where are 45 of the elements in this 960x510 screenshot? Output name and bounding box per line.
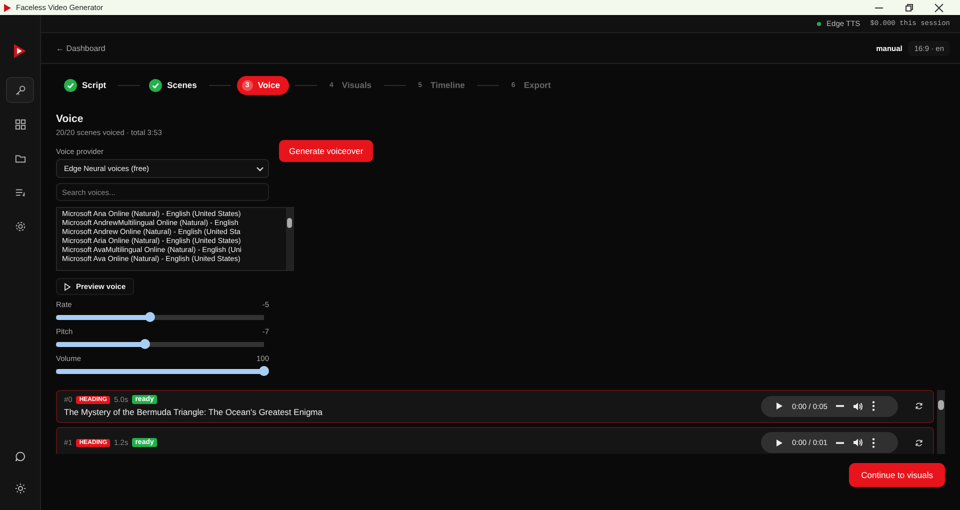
volume-icon[interactable] [853, 402, 864, 410]
step-label: Voice [258, 80, 280, 90]
generate-voiceover-button[interactable]: Generate voiceover [279, 140, 374, 162]
step-label: Scenes [167, 80, 197, 90]
app-logo-icon [13, 43, 27, 59]
sun-icon [14, 482, 26, 494]
step-label: Export [524, 80, 551, 90]
slider-thumb[interactable] [259, 366, 269, 376]
chat-icon [14, 450, 26, 462]
progress-bar-icon[interactable] [836, 404, 844, 408]
restore-icon[interactable] [904, 2, 914, 12]
gear-icon [14, 220, 26, 232]
step-tab[interactable]: Scenes [146, 74, 203, 96]
refresh-icon[interactable] [915, 438, 923, 446]
step-label: Script [82, 80, 106, 90]
play-icon[interactable] [776, 402, 783, 410]
step-tab[interactable]: Script [61, 74, 112, 96]
scrollbar[interactable] [937, 390, 945, 454]
list-icon [14, 186, 26, 198]
chevron-down-icon [256, 166, 264, 172]
continue-button[interactable]: Continue to visuals [849, 463, 945, 487]
progress-bar-icon[interactable] [836, 440, 844, 444]
play-icon [64, 282, 71, 290]
refresh-icon[interactable] [915, 402, 923, 410]
key-icon [14, 84, 26, 96]
scene-text: The Mystery of the Bermuda Triangle: The Ocean's Greatest Enigma [64, 407, 324, 417]
app-logo-icon [3, 4, 11, 12]
play-icon[interactable] [776, 438, 783, 446]
more-options-icon[interactable] [872, 438, 876, 448]
slider-thumb[interactable] [140, 339, 150, 349]
volume-icon[interactable] [853, 438, 864, 447]
check-icon [149, 78, 162, 92]
section-title: Voice [56, 113, 84, 125]
more-options-icon[interactable] [872, 401, 876, 411]
close-icon[interactable] [934, 2, 944, 12]
key-nav-item[interactable] [6, 77, 34, 103]
step-label: Timeline [430, 80, 465, 90]
check-icon [64, 78, 77, 92]
step-label: Visuals [342, 80, 372, 90]
folder-icon [14, 152, 26, 164]
scrollbar[interactable] [286, 208, 293, 270]
back-link[interactable]: ← Dashboard [56, 44, 106, 52]
voice-list[interactable] [56, 207, 294, 271]
grid-icon [14, 118, 26, 130]
slider-thumb[interactable] [144, 312, 155, 322]
